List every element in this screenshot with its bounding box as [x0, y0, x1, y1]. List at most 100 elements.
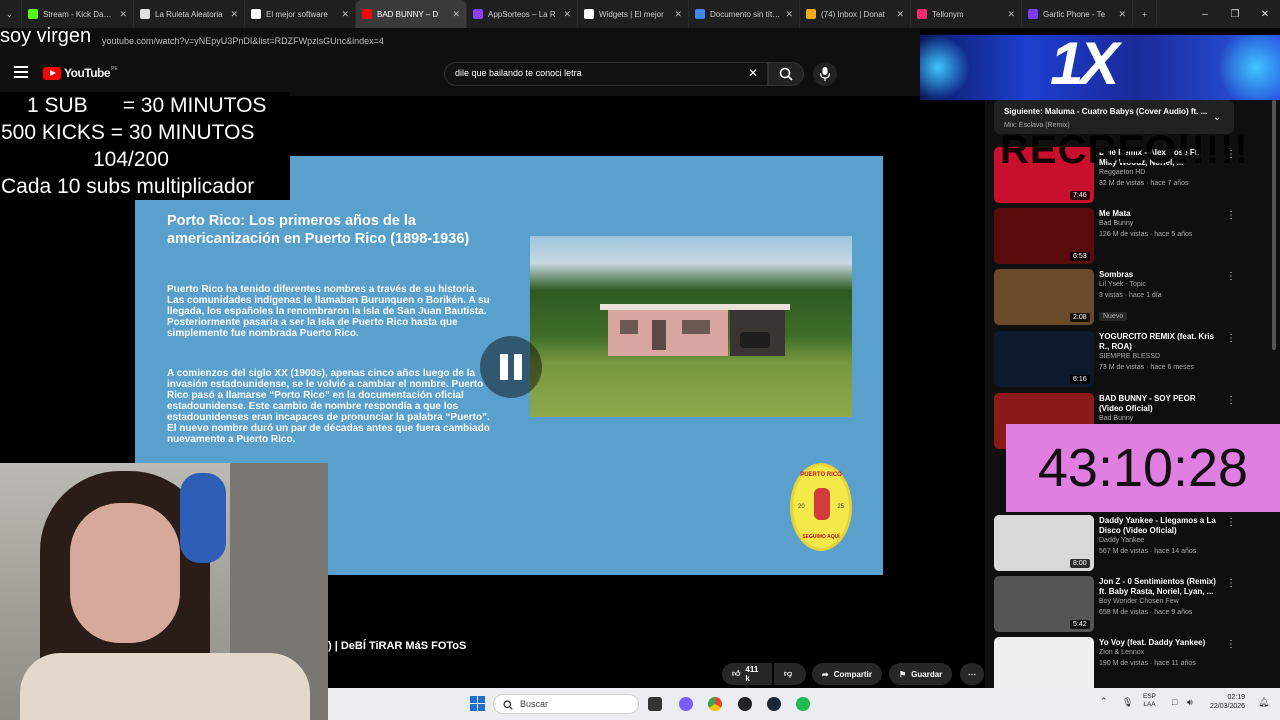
pause-icon[interactable]	[480, 336, 542, 398]
close-tab-icon[interactable]: ✕	[230, 9, 238, 20]
browser-tab[interactable]: Widgets | El mejor ✕	[578, 0, 689, 28]
close-tab-icon[interactable]: ✕	[674, 9, 682, 20]
video-title[interactable]: Me Mata	[1099, 209, 1219, 219]
browser-tab[interactable]: BAD BUNNY – D ✕	[356, 0, 467, 28]
tab-list-button[interactable]: ⌄	[0, 0, 22, 28]
video-channel[interactable]: Lil Ysek - Topic	[1099, 281, 1146, 288]
video-title[interactable]: Yo Voy (feat. Daddy Yankee)	[1099, 638, 1219, 648]
more-options-icon[interactable]: ⋮	[1226, 578, 1236, 589]
chevron-down-icon[interactable]: ⌄	[1213, 112, 1221, 123]
more-options-icon[interactable]: ⋮	[1226, 210, 1236, 221]
video-title[interactable]: BAD BUNNY - SOY PEOR (Video Oficial)	[1099, 394, 1219, 414]
obs-icon[interactable]	[738, 697, 752, 711]
counter-line-3: 104/200	[93, 148, 169, 171]
browser-tab[interactable]: Documento sin título ✕	[689, 0, 800, 28]
like-button[interactable]: 👍︎ 411 k	[722, 663, 772, 685]
1x-logo-text: 1X	[1050, 35, 1119, 97]
new-tab-button[interactable]: +	[1133, 0, 1157, 28]
webcam-feed	[0, 463, 328, 720]
more-options-icon[interactable]: ⋮	[1226, 639, 1236, 650]
dislike-button[interactable]: 👎︎	[774, 663, 806, 685]
video-channel[interactable]: SIEMPRE BLESSD	[1099, 353, 1160, 360]
clock-date: 22/03/2026	[1210, 703, 1246, 710]
browser-tab[interactable]: Tellonym ✕	[911, 0, 1022, 28]
notification-bell-icon[interactable]: 🔔︎	[1258, 697, 1269, 708]
language-indicator[interactable]: ESP LAA	[1143, 693, 1156, 709]
close-tab-icon[interactable]: ✕	[563, 9, 571, 20]
close-tab-icon[interactable]: ✕	[452, 9, 460, 20]
network-icon[interactable]: □	[1172, 697, 1177, 707]
save-button[interactable]: ⚑ Guardar	[889, 663, 953, 685]
video-channel[interactable]: Daddy Yankee	[1099, 537, 1144, 544]
counter-line-1: 1 SUB = 30 MINUTOS	[27, 94, 267, 117]
url-text[interactable]: youtube.com/watch?v=yNEpyU3PnDI&list=RDZ…	[102, 36, 384, 46]
browser-tab[interactable]: Stream - Kick Dashboard ✕	[22, 0, 134, 28]
webcam-person-shirt	[20, 653, 310, 720]
volume-icon[interactable]: 🔊︎	[1187, 697, 1193, 708]
browser-tab[interactable]: El mejor software ✕	[245, 0, 356, 28]
new-badge: Nuevo	[1099, 312, 1128, 321]
chevron-up-icon[interactable]: ⌃	[1100, 696, 1108, 707]
tab-title: Gartic Phone - Te	[1043, 9, 1106, 19]
related-video-item[interactable]: 2:08 Sombras Lil Ysek - Topic 3 vistas · ha…	[994, 269, 1244, 325]
close-tab-icon[interactable]: ✕	[1007, 9, 1015, 20]
more-options-icon[interactable]: ⋮	[1226, 517, 1236, 528]
discord-icon[interactable]	[679, 697, 693, 711]
search-input[interactable]: dile que bailando te conoci letra	[444, 62, 768, 86]
video-channel[interactable]: Bad Bunny	[1099, 220, 1133, 227]
video-title[interactable]: Sombras	[1099, 270, 1219, 280]
video-channel[interactable]: Bad Bunny	[1099, 415, 1133, 422]
microphone-tray-icon[interactable]: 🎙︎	[1122, 697, 1133, 708]
taskbar-search[interactable]: Buscar	[493, 694, 639, 714]
more-options-icon[interactable]: ⋮	[1226, 395, 1236, 406]
browser-tab[interactable]: (74) Inbox | Donat ✕	[800, 0, 911, 28]
browser-tab[interactable]: Gartic Phone - Te ✕	[1022, 0, 1133, 28]
close-tab-icon[interactable]: ✕	[1118, 9, 1126, 20]
close-tab-icon[interactable]: ✕	[896, 9, 904, 20]
video-meta: 567 M de vistas · hace 14 años	[1099, 548, 1197, 555]
video-title[interactable]: YOGURCITO REMIX (feat. Kris R., ROA)	[1099, 332, 1219, 352]
task-view-icon[interactable]	[648, 697, 662, 711]
video-channel[interactable]: Boy Wonder Chosen Few	[1099, 598, 1179, 605]
more-options-icon[interactable]: ⋮	[1226, 271, 1236, 282]
maximize-button[interactable]: ❐	[1220, 9, 1250, 20]
language-code: ESP	[1143, 693, 1157, 700]
chrome-icon[interactable]	[708, 697, 722, 711]
video-channel[interactable]: Zion & Lennox	[1099, 649, 1144, 656]
close-tab-icon[interactable]: ✕	[119, 9, 127, 20]
spotify-icon[interactable]	[796, 697, 810, 711]
share-button[interactable]: ➦ Compartir	[812, 663, 882, 685]
more-actions-button[interactable]: ⋯	[960, 663, 984, 685]
windows-start-icon[interactable]	[470, 696, 485, 711]
related-video-item[interactable]: 6:53 Me Mata Bad Bunny 126 M de vistas · ha…	[994, 208, 1244, 264]
tab-favicon-icon	[917, 9, 927, 19]
browser-tab[interactable]: AppSorteos – La R ✕	[467, 0, 578, 28]
related-video-item[interactable]: 5:42 Jon Z - 0 Sentimientos (Remix) ft. B…	[994, 576, 1244, 632]
menu-icon[interactable]	[14, 66, 28, 78]
related-video-item[interactable]: 6:16 YOGURCITO REMIX (feat. Kris R., ROA)…	[994, 331, 1244, 387]
puerto-rico-badge: PUERTO RICO 20 25 SEGUIMO AQUÍ	[790, 463, 852, 551]
related-video-item[interactable]: Yo Voy (feat. Daddy Yankee) Zion & Lennox…	[994, 637, 1244, 693]
video-title[interactable]: Jon Z - 0 Sentimientos (Remix) ft. Baby …	[1099, 577, 1219, 597]
close-tab-icon[interactable]: ✕	[341, 9, 349, 20]
clear-search-icon[interactable]: ✕	[748, 66, 758, 80]
related-video-item[interactable]: 8:00 Daddy Yankee - Llegamos a La Disco (…	[994, 515, 1244, 571]
tab-favicon-icon	[695, 9, 705, 19]
video-slide-heading: Porto Rico: Los primeros años de la amer…	[167, 213, 470, 247]
minimize-button[interactable]: –	[1190, 9, 1220, 20]
system-clock[interactable]: 02:19 22/03/2026	[1210, 693, 1245, 711]
more-options-icon[interactable]: ⋮	[1226, 333, 1236, 344]
voice-search-button[interactable]	[813, 62, 837, 86]
sidebar-scrollbar[interactable]	[1272, 100, 1276, 350]
video-duration: 7:46	[1070, 191, 1090, 200]
close-tab-icon[interactable]: ✕	[785, 9, 793, 20]
search-button[interactable]	[768, 62, 804, 86]
youtube-logo[interactable]: YouTube PE	[43, 66, 118, 80]
video-title[interactable]: Daddy Yankee - Llegamos a La Disco (Vide…	[1099, 516, 1219, 536]
video-slide-paragraph-2: A comienzos del siglo XX (1900s), apenas…	[167, 368, 490, 445]
video-thumbnail[interactable]	[994, 637, 1094, 693]
steam-icon[interactable]	[767, 697, 781, 711]
stream-counter-overlay: 1 SUB = 30 MINUTOS 500 KICKS = 30 MINUTO…	[0, 92, 290, 200]
browser-tab[interactable]: La Ruleta Aleatoria ✕	[134, 0, 245, 28]
close-window-button[interactable]: ✕	[1250, 9, 1280, 20]
